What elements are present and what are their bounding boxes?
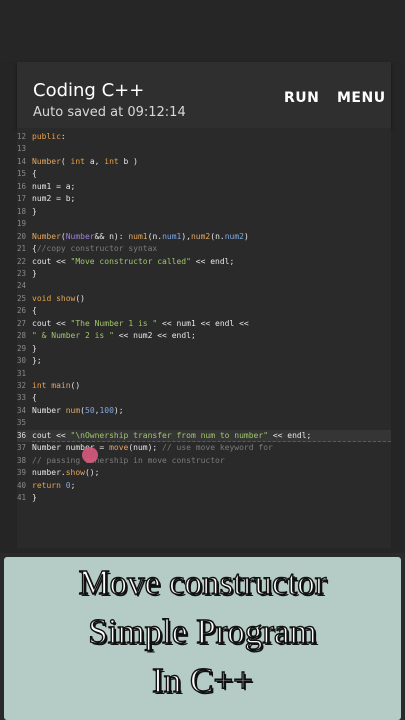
line-number: 29 [17,343,27,353]
code-text: void show() [32,293,85,303]
code-line-33[interactable]: 33 { [17,392,391,405]
code-text: Number num(50,100); [32,405,124,415]
app-toolbar: Coding C++ Auto saved at 09:12:14 RUN ME… [17,62,391,128]
code-line-18[interactable]: 18} [17,206,391,219]
line-number: 27 [17,318,27,328]
code-line-40[interactable]: 40 return 0; [17,480,391,493]
status-area [0,0,405,62]
line-number: 21 [17,244,27,254]
banner-line-2: Simple Program [88,611,318,651]
code-text: num2 = b; [32,194,76,204]
banner-line-3: In C++ [151,660,253,700]
code-line-41[interactable]: 41} [17,492,391,505]
code-line-39[interactable]: 39 number.show(); [17,467,391,480]
code-text: } [32,493,37,503]
code-text: } [32,343,37,353]
touch-indicator [82,447,98,463]
menu-button[interactable]: MENU [337,90,386,106]
code-line-16[interactable]: 16 num1 = a; [17,181,391,194]
code-line-34[interactable]: 34 Number num(50,100); [17,405,391,418]
code-line-20[interactable]: 20 Number(Number&& n): num1(n.num1),num2(… [17,231,391,244]
code-line-26[interactable]: 26 { [17,305,391,318]
code-line-35[interactable]: 35 [17,417,391,430]
code-text: }; [32,356,42,366]
code-text: Number( int a, int b ) [32,156,138,166]
autosave-status: Auto saved at 09:12:14 [33,105,186,120]
code-line-29[interactable]: 29} [17,343,391,356]
code-line-13[interactable]: 13 [17,143,391,156]
code-line-15[interactable]: 15 { [17,168,391,181]
code-text: { [32,393,37,403]
line-number: 17 [17,194,27,204]
banner-card: Move constructor Simple Program In C++ [4,557,401,720]
code-text: cout << "Move constructor called" << end… [32,256,235,266]
code-text: cout << "The Number 1 is " << num1 << en… [32,318,249,328]
code-line-23[interactable]: 23} [17,268,391,281]
code-text: public: [32,132,66,141]
line-number: 15 [17,169,27,179]
line-number: 28 [17,331,27,341]
code-line-31[interactable]: 31 [17,368,391,381]
code-text: } [32,206,37,216]
banner-line-1: Move constructor [78,562,327,602]
line-number: 23 [17,268,27,278]
code-editor[interactable]: 12 public: 13 14 Number( int a, int b ) 15 {16… [17,128,391,548]
run-button[interactable]: RUN [284,90,319,106]
code-line-28[interactable]: 28 " & Number 2 is " << num2 << endl; [17,330,391,343]
line-number: 24 [17,281,27,291]
code-text: int main() [32,381,81,390]
line-number: 16 [17,181,27,191]
code-line-25[interactable]: 25 void show() [17,293,391,306]
code-text: " & Number 2 is " << num2 << endl; [32,331,196,341]
code-line-21[interactable]: 21 {//copy constructor syntax [17,243,391,256]
line-number: 32 [17,381,27,390]
line-number: 14 [17,156,27,166]
line-number: 39 [17,468,27,478]
line-number: 30 [17,356,27,366]
line-number: 13 [17,144,27,154]
line-number: 37 [17,443,27,453]
code-text: number.show(); [32,468,100,478]
code-text: num1 = a; [32,181,76,191]
code-text: Number(Number&& n): num1(n.num1),num2(n.… [32,231,249,241]
code-line-14[interactable]: 14 Number( int a, int b ) [17,156,391,169]
code-line-38[interactable]: 38 // passing ownership in move construct… [17,455,391,468]
line-number: 40 [17,480,27,490]
code-text: { [32,169,37,179]
line-number: 25 [17,293,27,303]
line-number: 36 [17,430,27,440]
code-line-17[interactable]: 17 num2 = b; [17,193,391,206]
code-line-27[interactable]: 27 cout << "The Number 1 is " << num1 << … [17,318,391,331]
code-text: return 0; [32,480,76,490]
code-text: { [32,306,37,316]
line-number: 33 [17,393,27,403]
code-text: Number number = move(num); // use move k… [32,443,273,453]
line-number: 20 [17,231,27,241]
code-line-19[interactable]: 19 [17,218,391,231]
code-line-32[interactable]: 32 int main() [17,380,391,393]
line-number: 41 [17,493,27,503]
line-number: 12 [17,132,27,141]
code-line-30[interactable]: 30}; [17,355,391,368]
code-line-24[interactable]: 24 [17,280,391,293]
line-number: 31 [17,368,27,378]
line-number: 19 [17,219,27,229]
code-text: } [32,268,37,278]
title-banner: Move constructor Simple Program In C++ [0,553,405,720]
code-line-12[interactable]: 12 public: [17,131,391,144]
line-number: 34 [17,405,27,415]
app-title: Coding C++ [33,80,145,101]
code-line-37[interactable]: 37 Number number = move(num); // use move… [17,442,391,455]
code-text: {//copy constructor syntax [32,244,158,254]
line-number: 38 [17,455,27,465]
line-number: 26 [17,306,27,316]
line-number: 18 [17,206,27,216]
line-number: 35 [17,418,27,428]
code-line-36[interactable]: 36 cout << "\nOwnership transfer from num… [17,429,391,443]
code-text: // passing ownership in move constructor [32,455,225,465]
line-number: 22 [17,256,27,266]
code-line-22[interactable]: 22 cout << "Move constructor called" << e… [17,256,391,269]
